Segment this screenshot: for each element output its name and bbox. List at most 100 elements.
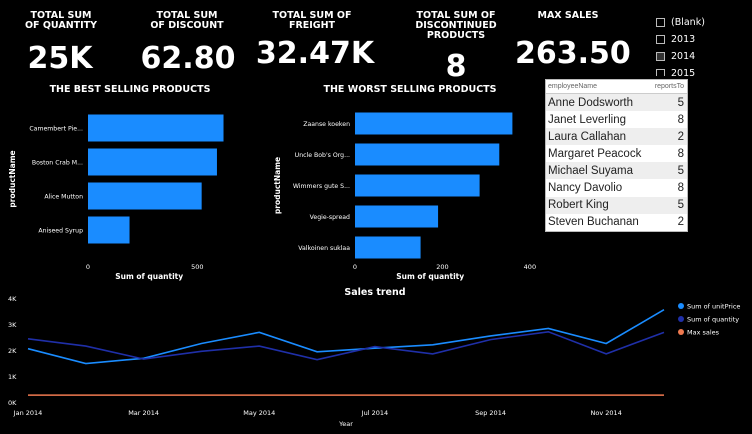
reports-to-cell: 5 (677, 96, 684, 109)
legend-label: Sum of unitPrice (687, 303, 740, 311)
series-line (27, 330, 665, 361)
reports-to-cell: 5 (677, 164, 684, 177)
y-axis-label: productName (8, 150, 17, 207)
category-label: Zaanse koeken (303, 121, 350, 128)
bar (88, 114, 224, 142)
legend-label: Max sales (687, 329, 720, 337)
x-tick-label: Jan 2014 (13, 409, 43, 417)
category-label: Vegie-spread (310, 214, 350, 221)
y-tick-label: 1K (8, 373, 17, 381)
table-row[interactable]: Margaret Peacock 8 (546, 145, 687, 162)
kpi-quantity-title: TOTAL SUM OF QUANTITY (24, 10, 98, 31)
slicer-item-label: (Blank) (671, 17, 705, 28)
best-selling-bar-chart: Camembert Pie... Boston Crab M... Alice Mu… (8, 114, 224, 281)
employee-name-cell: Janet Leverling (548, 113, 626, 126)
employee-table: employeeName reportsTo Anne Dodsworth 5 Ja… (545, 79, 688, 232)
kpi-freight-title: TOTAL SUM OF FREIGHT (272, 10, 352, 31)
slicer-item-blank[interactable]: (Blank) (656, 14, 746, 31)
x-tick-label: May 2014 (243, 409, 275, 417)
table-row[interactable]: Steven Buchanan 2 (546, 214, 687, 231)
legend-label: Sum of quantity (687, 316, 739, 324)
category-label: Aniseed Syrup (38, 228, 83, 235)
employee-name-cell: Robert King (548, 199, 609, 212)
bar (355, 112, 513, 135)
x-tick-label: 0 (86, 263, 90, 271)
x-tick-label: 0 (353, 263, 357, 271)
reports-to-cell: 8 (677, 113, 684, 126)
y-tick-label: 4K (8, 296, 17, 303)
table-row[interactable]: Janet Leverling 8 (546, 111, 687, 128)
x-tick-label: Jul 2014 (361, 409, 388, 417)
kpi-discontinued-value: 8 (445, 49, 467, 84)
employee-name-cell: Michael Suyama (548, 164, 634, 177)
category-label: Wimmers gute S... (293, 183, 350, 190)
bar (355, 236, 421, 259)
bar (355, 143, 500, 166)
table-header: employeeName reportsTo (546, 80, 687, 94)
x-axis-label: Sum of quantity (115, 272, 183, 281)
kpi-discount-value: 62.80 (140, 41, 236, 76)
employee-name-cell: Laura Callahan (548, 130, 627, 143)
x-tick-label: 400 (524, 263, 536, 271)
category-label: Alice Mutton (44, 194, 83, 201)
slicer-item-label: 2015 (671, 68, 696, 76)
kpi-discontinued-title: TOTAL SUM OF DISCONTINUED PRODUCTS (415, 10, 497, 41)
x-axis-label: Year (338, 420, 353, 428)
x-tick-label: 500 (191, 263, 203, 271)
column-header-employee-name[interactable]: employeeName (546, 83, 648, 90)
y-tick-label: 0K (8, 399, 17, 407)
kpi-freight-value: 32.47K (255, 36, 375, 71)
table-row[interactable]: Laura Callahan 2 (546, 128, 687, 146)
category-label: Valkoinen suklaa (298, 245, 350, 252)
kpi-discount-title: TOTAL SUM OF DISCOUNT (150, 10, 224, 31)
kpi-quantity-value: 25K (27, 41, 93, 76)
table-row[interactable]: Anne Dodsworth 5 (546, 94, 687, 112)
x-tick-label: 200 (436, 263, 448, 271)
sales-trend-line-chart: 0K 1K 2K 3K 4K Jan 2014 Mar 2014 May 2014 Jul 20… (8, 296, 740, 428)
checkbox-icon[interactable] (656, 18, 665, 27)
checkbox-icon[interactable] (656, 69, 665, 76)
series-line (27, 309, 665, 365)
slicer-item-label: 2013 (671, 34, 696, 45)
employee-name-cell: Margaret Peacock (548, 147, 642, 160)
legend-marker (678, 303, 684, 309)
x-tick-label: Nov 2014 (591, 409, 622, 417)
year-slicer[interactable]: (Blank) 2013 2014 2015 (656, 14, 746, 76)
reports-to-cell: 8 (677, 147, 684, 160)
y-axis-label: productName (273, 157, 282, 214)
reports-to-cell: 8 (677, 182, 684, 195)
slicer-item-2014[interactable]: 2014 (656, 48, 746, 65)
checkbox-icon[interactable] (656, 35, 665, 44)
table-row[interactable]: Michael Suyama 5 (546, 162, 687, 180)
column-header-reports-to[interactable]: reportsTo (648, 83, 687, 90)
worst-selling-bar-chart: Zaanse koeken Uncle Bob's Org... Wimmers g… (273, 112, 536, 281)
slicer-item-2015[interactable]: 2015 (656, 65, 746, 76)
checkbox-icon[interactable] (656, 52, 665, 61)
reports-to-cell: 2 (677, 216, 684, 229)
best-selling-chart-title: THE BEST SELLING PRODUCTS (49, 84, 211, 95)
slicer-item-2013[interactable]: 2013 (656, 31, 746, 48)
legend-marker (678, 329, 684, 335)
bar (88, 148, 217, 176)
employee-name-cell: Steven Buchanan (548, 216, 639, 229)
category-label: Camembert Pie... (29, 126, 83, 133)
table-row[interactable]: Robert King 5 (546, 196, 687, 214)
x-axis-label: Sum of quantity (396, 272, 464, 281)
table-body: Anne Dodsworth 5 Janet Leverling 8 Laura Cal… (546, 94, 687, 231)
bar (88, 182, 202, 210)
worst-selling-chart-title: THE WORST SELLING PRODUCTS (323, 84, 497, 95)
reports-to-cell: 2 (677, 130, 684, 143)
category-label: Uncle Bob's Org... (295, 152, 350, 159)
reports-to-cell: 5 (677, 199, 684, 212)
legend-marker (678, 316, 684, 322)
y-tick-label: 2K (8, 347, 17, 355)
bar (355, 205, 439, 228)
x-tick-label: Sep 2014 (475, 409, 506, 417)
employee-name-cell: Anne Dodsworth (548, 96, 634, 109)
kpi-maxsales-value: 263.50 (515, 36, 631, 71)
employee-name-cell: Nancy Davolio (548, 182, 623, 195)
slicer-item-label: 2014 (671, 51, 696, 62)
table-row[interactable]: Nancy Davolio 8 (546, 179, 687, 196)
bar (88, 216, 130, 244)
category-label: Boston Crab M... (32, 160, 83, 167)
